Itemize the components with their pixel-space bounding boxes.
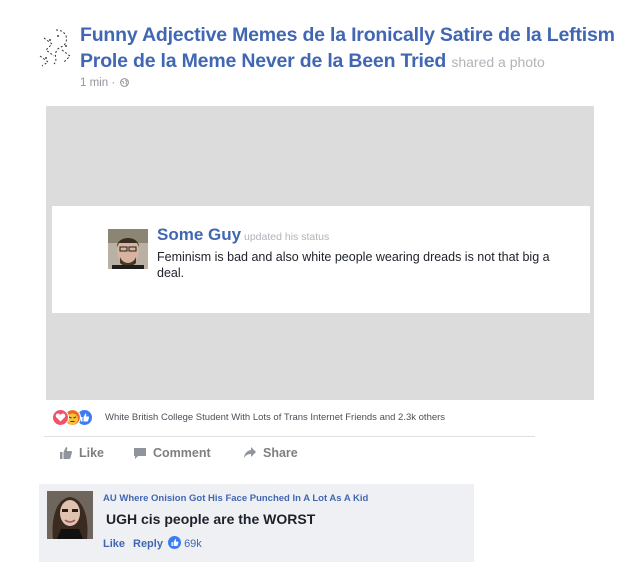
comment-like-count[interactable]: 69k: [168, 536, 202, 552]
comment-icon: [134, 448, 146, 459]
comment-author-link[interactable]: AU Where Onision Got His Face Punched In…: [103, 493, 368, 504]
post-meta: 1 min ·: [80, 77, 130, 89]
share-icon: [244, 447, 256, 458]
status-author-link[interactable]: Some Guy: [157, 225, 241, 245]
thumbs-up-icon: [60, 447, 72, 459]
like-label: Like: [79, 446, 105, 460]
comment-reply-link[interactable]: Reply: [133, 538, 163, 550]
comment-text: UGH cis people are the WORST: [106, 511, 316, 527]
status-action-text: updated his status: [244, 231, 330, 243]
post-header: Funny Adjective Memes de la Ironically S…: [80, 22, 625, 75]
comment-like-link[interactable]: Like: [103, 538, 125, 550]
share-button[interactable]: Share: [243, 446, 298, 460]
like-icon: [168, 536, 181, 549]
comment-button[interactable]: Comment: [133, 446, 211, 460]
post-timestamp[interactable]: 1 min: [80, 77, 108, 89]
some-guy-avatar: [108, 229, 148, 269]
page-avatar[interactable]: [36, 26, 76, 68]
meta-separator: ·: [111, 77, 116, 89]
love-icon: [52, 409, 69, 426]
globe-icon[interactable]: [120, 78, 130, 87]
status-text: Feminism is bad and also white people we…: [157, 250, 550, 280]
reactions-summary[interactable]: White British College Student With Lots …: [105, 412, 445, 423]
divider: [44, 436, 535, 437]
shared-photo-text: shared a photo: [451, 54, 545, 70]
comment-like-count-text: 69k: [184, 538, 202, 550]
like-button[interactable]: Like: [59, 446, 104, 460]
share-label: Share: [263, 446, 298, 460]
commenter-avatar[interactable]: [47, 491, 93, 539]
comment-label: Comment: [153, 446, 211, 460]
